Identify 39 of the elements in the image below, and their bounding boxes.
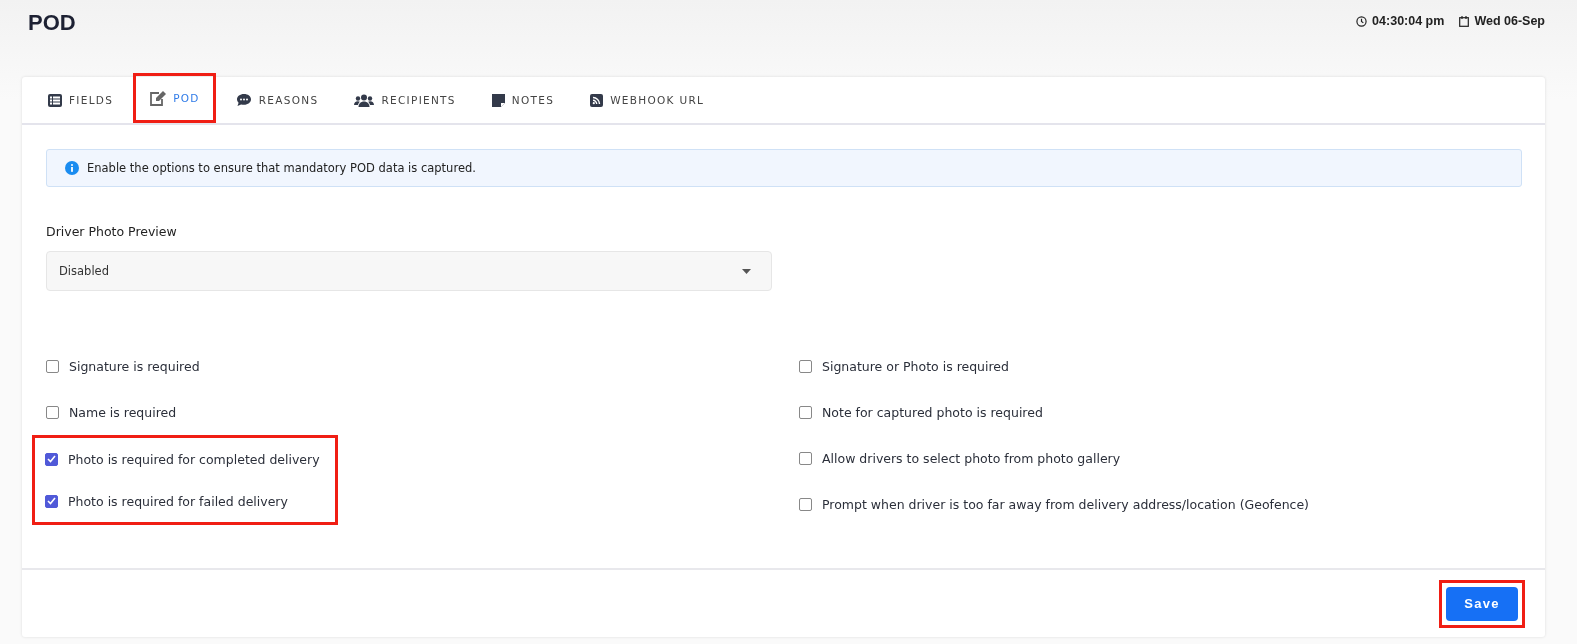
- option-label: Allow drivers to select photo from photo gallery: [822, 450, 1121, 466]
- date-text: Wed 06-Sep: [1474, 14, 1545, 28]
- edit-icon: [149, 90, 167, 106]
- checkbox[interactable]: [45, 452, 58, 466]
- save-button[interactable]: Save: [1446, 586, 1518, 621]
- rss-icon: [590, 93, 604, 107]
- tab[interactable]: NOTES: [475, 77, 571, 123]
- checkbox[interactable]: [799, 451, 812, 465]
- option-label: Name is required: [69, 404, 177, 420]
- checkbox[interactable]: [799, 405, 812, 419]
- option-label: Signature is required: [69, 358, 200, 374]
- checkbox[interactable]: [46, 405, 59, 419]
- option-label: Note for captured photo is required: [822, 404, 1043, 420]
- time-text: 04:30:04 pm: [1372, 14, 1445, 28]
- option-label: Prompt when driver is too far away from delivery address/location (Geofence): [822, 496, 1309, 512]
- note-icon: [491, 93, 505, 107]
- calendar-icon: [1459, 15, 1470, 27]
- tab[interactable]: FIELDS: [32, 77, 130, 123]
- checkbox[interactable]: [799, 359, 812, 373]
- info-icon: [65, 161, 79, 175]
- tab[interactable]: RECIPIENTS: [338, 77, 472, 123]
- checkbox[interactable]: [45, 494, 58, 508]
- checkbox[interactable]: [799, 497, 812, 511]
- tab[interactable]: REASONS: [219, 77, 335, 123]
- clock-icon: [1356, 15, 1368, 27]
- select-field[interactable]: Disabled: [46, 251, 772, 291]
- option-label: Photo is required for completed delivery: [68, 451, 320, 467]
- page-title: POD: [28, 10, 76, 36]
- list-icon: [48, 93, 62, 107]
- option-label: Photo is required for failed delivery: [68, 493, 288, 509]
- tab[interactable]: POD: [133, 73, 216, 123]
- chat-icon: [235, 93, 252, 107]
- tab[interactable]: WEBHOOK URL: [574, 77, 721, 123]
- option-label: Signature or Photo is required: [822, 358, 1009, 374]
- caret-icon: [742, 268, 751, 274]
- field-label: Driver Photo Preview: [46, 224, 178, 239]
- users-icon: [354, 93, 375, 107]
- info-text: Enable the options to ensure that mandatory POD data is captured.: [87, 161, 476, 175]
- checkbox[interactable]: [46, 359, 59, 373]
